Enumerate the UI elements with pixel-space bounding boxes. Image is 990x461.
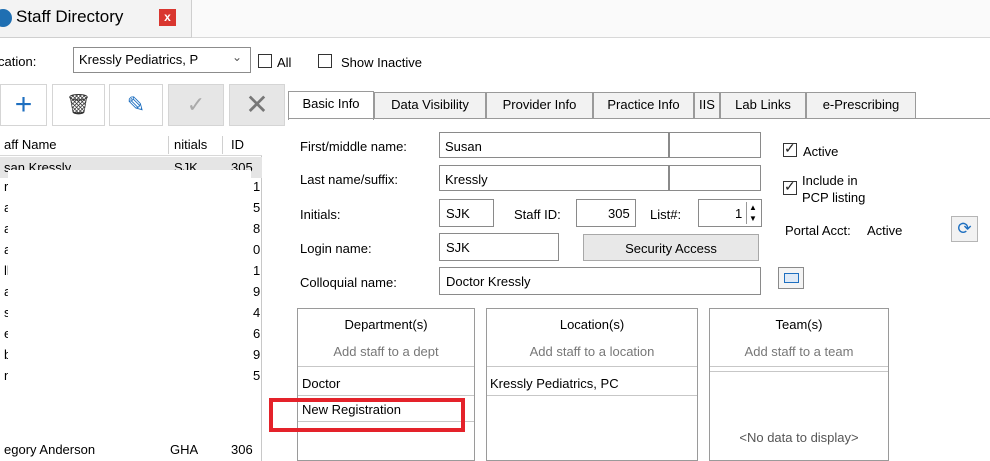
active-label: Active [803,144,839,159]
staff-id-cell: 9 [253,347,261,362]
check-icon: ✓ [186,92,206,117]
tab-basic-info[interactable]: Basic Info [288,91,374,120]
department-item-label: Doctor [302,376,341,391]
x-icon: ✕ [245,89,269,120]
portal-account-status: Active [867,223,903,238]
title-bar-background [192,0,990,38]
add-staff-button[interactable]: + [0,84,47,126]
last-name-value: Kressly [445,172,488,187]
all-checkbox[interactable] [258,54,272,68]
departments-header: Department(s) [344,317,428,332]
divider [710,371,888,372]
list-number-label: List#: [650,207,682,222]
login-name-value: SJK [446,240,470,255]
tab-data-visibility[interactable]: Data Visibility [374,92,486,119]
window-title: Staff Directory [16,7,124,26]
contact-card-icon [784,273,799,283]
app-icon [0,9,12,27]
first-name-label: First/middle name: [300,139,407,154]
list-number-value: 1 [735,206,743,221]
staff-id-cell: 306 [231,442,253,457]
department-item[interactable]: Doctor [298,371,474,396]
pcp-listing-label-line1: Include in [802,173,858,188]
cancel-button[interactable]: ✕ [229,84,285,126]
redaction-overlay [8,170,251,442]
staff-id-cell: 8 [253,221,261,236]
initials-label: Initials: [300,207,341,222]
initials-value: SJK [446,206,470,221]
active-checkbox[interactable] [783,140,797,157]
chevron-down-icon[interactable]: ⌄ [232,50,242,64]
location-item-label: Kressly Pediatrics, PC [490,376,619,391]
column-divider [222,136,223,154]
locations-add-placeholder[interactable]: Add staff to a location [486,344,698,359]
column-header-id[interactable]: ID [231,137,244,152]
departments-add-placeholder[interactable]: Add staff to a dept [297,344,475,359]
staff-id-cell: 5 [253,200,261,215]
teams-header: Team(s) [775,317,823,332]
all-label: All [277,55,292,70]
location-dropdown-value: Kressly Pediatrics, P [79,52,199,67]
first-name-extra-field[interactable] [669,132,761,158]
show-inactive-label: Show Inactive [341,55,422,70]
plus-icon: + [14,88,33,121]
tab-provider-info[interactable]: Provider Info [486,92,593,119]
staff-id-cell: 5 [253,368,261,383]
staff-id-cell: 9 [253,284,261,299]
pencil-icon: ✎ [126,92,146,117]
location-label: cation: [0,54,37,69]
security-access-button[interactable]: Security Access [583,234,759,261]
window-tab[interactable]: Staff Directory x [0,0,192,38]
tab-e-prescribing[interactable]: e-Prescribing [806,92,916,119]
staff-id-label: Staff ID: [514,207,561,222]
divider [298,366,474,367]
contact-card-button[interactable] [778,267,804,289]
divider [710,366,888,367]
suffix-field[interactable] [669,165,761,191]
highlight-box [269,398,465,432]
tab-iis[interactable]: IIS [694,92,720,119]
edit-staff-button[interactable]: ✎ [109,84,163,126]
column-header-staff-name[interactable]: aff Name [4,137,57,152]
table-row[interactable]: egory Anderson GHA 306 [0,440,262,461]
locations-header: Location(s) [559,317,625,332]
tab-pane-border [288,118,990,119]
staff-id-value: 305 [608,206,630,221]
spinner-arrows-icon[interactable]: ▲ ▼ [746,202,759,224]
staff-name-cell: egory Anderson [4,442,96,457]
portal-account-label: Portal Acct: [785,223,851,238]
show-inactive-checkbox[interactable] [318,54,332,68]
location-item[interactable]: Kressly Pediatrics, PC [487,371,697,396]
teams-add-placeholder[interactable]: Add staff to a team [709,344,889,359]
staff-id-cell: 6 [253,326,261,341]
tab-lab-links[interactable]: Lab Links [720,92,806,119]
tab-practice-info[interactable]: Practice Info [593,92,694,119]
first-name-value: Susan [445,139,482,154]
column-divider [168,136,169,154]
last-name-label: Last name/suffix: [300,172,399,187]
accept-button[interactable]: ✓ [168,84,224,126]
divider [487,366,697,367]
trash-icon: 🗑 [65,94,92,116]
colloquial-name-value: Doctor Kressly [446,274,531,289]
pcp-listing-label-line2: PCP listing [802,190,866,205]
colloquial-name-label: Colloquial name: [300,275,397,290]
login-name-label: Login name: [300,241,372,256]
staff-id-cell: 1 [253,263,261,278]
close-tab-button[interactable]: x [159,9,176,26]
teams-empty-message: <No data to display> [739,430,859,445]
column-header-initials[interactable]: nitials [174,137,207,152]
refresh-icon[interactable]: ⟳ [951,216,978,242]
staff-initials-cell: GHA [170,442,199,457]
staff-id-cell: 4 [253,305,261,320]
pcp-listing-checkbox[interactable] [783,178,797,195]
delete-staff-button[interactable]: 🗑 [52,84,105,126]
staff-id-cell: 0 [253,242,261,257]
staff-id-cell: 1 [253,179,261,194]
